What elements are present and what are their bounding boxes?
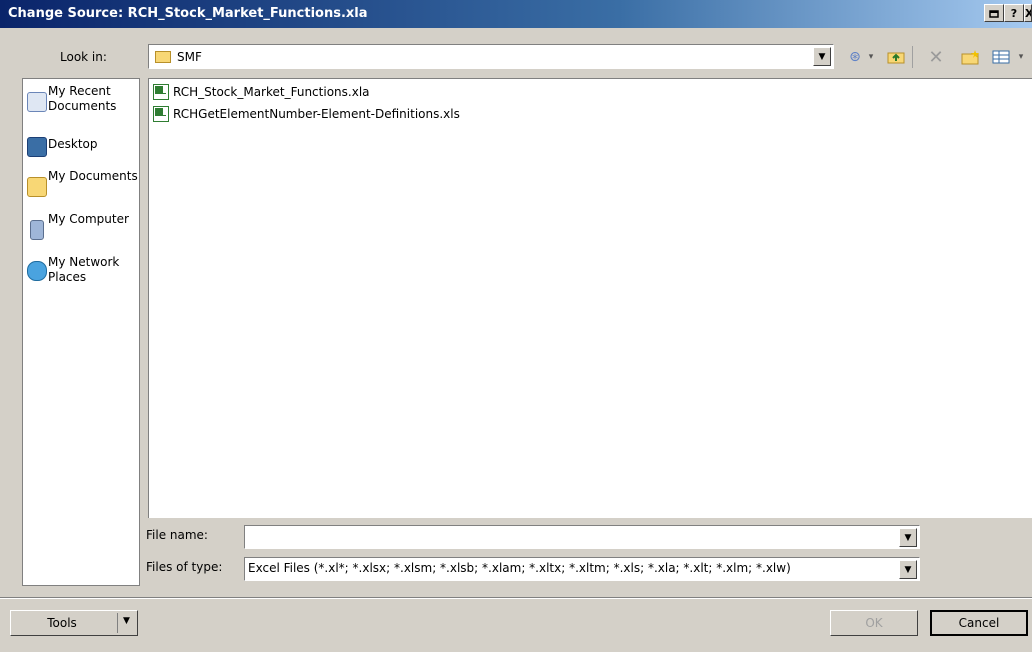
close-label: X (1025, 7, 1031, 20)
chevron-down-icon[interactable]: ▼ (813, 47, 831, 66)
places-bar: My Recent Documents Desktop My Documents… (22, 78, 140, 586)
close-button[interactable]: X (1024, 4, 1032, 22)
file-item[interactable]: RCH_Stock_Market_Functions.xla (153, 83, 370, 101)
lookin-dropdown[interactable]: SMF ▼ (148, 44, 834, 69)
place-label: My Network Places (48, 255, 120, 284)
cancel-button[interactable]: Cancel (930, 610, 1028, 636)
footer-divider (0, 597, 1032, 599)
excel-addin-icon (153, 84, 169, 100)
file-name: RCHGetElementNumber-Element-Definitions.… (173, 107, 460, 121)
chevron-down-icon[interactable]: ▼ (123, 616, 130, 626)
back-dropdown-icon[interactable]: ▾ (866, 48, 876, 66)
views-icon[interactable] (990, 48, 1012, 66)
desktop-icon (27, 137, 47, 157)
window-title: Change Source: RCH_Stock_Market_Function… (8, 6, 368, 21)
file-list[interactable]: RCH_Stock_Market_Functions.xla RCHGetEle… (148, 78, 1032, 518)
up-folder-icon[interactable] (886, 48, 906, 66)
back-icon[interactable]: ⊛ (846, 48, 864, 66)
lookin-label: Look in: (60, 50, 107, 64)
recent-documents-icon (27, 92, 47, 112)
tools-divider (117, 613, 118, 633)
chevron-down-icon[interactable]: ▼ (899, 560, 917, 579)
filetype-label: Files of type: (146, 560, 223, 574)
filetype-select[interactable]: Excel Files (*.xl*; *.xlsx; *.xlsm; *.xl… (244, 557, 920, 581)
filename-input[interactable] (248, 529, 894, 543)
excel-file-icon (153, 106, 169, 122)
place-my-documents[interactable]: My Documents (27, 169, 139, 203)
title-bar[interactable]: Change Source: RCH_Stock_Market_Function… (0, 0, 1032, 28)
place-label: My Computer (48, 212, 129, 226)
my-documents-icon (27, 177, 47, 197)
tools-label: Tools (47, 616, 77, 630)
place-my-computer[interactable]: My Computer (27, 212, 139, 246)
folder-icon (155, 51, 171, 63)
new-folder-icon[interactable] (960, 48, 982, 66)
chevron-down-icon[interactable]: ▼ (899, 528, 917, 547)
restore-icon[interactable] (984, 4, 1004, 22)
filetype-value: Excel Files (*.xl*; *.xlsx; *.xlsm; *.xl… (248, 561, 791, 575)
lookin-value: SMF (177, 50, 202, 64)
views-dropdown-icon[interactable]: ▾ (1014, 48, 1028, 66)
place-label: My Recent Documents (48, 84, 117, 113)
place-desktop[interactable]: Desktop (27, 135, 139, 157)
my-computer-icon (30, 220, 44, 240)
filename-label: File name: (146, 528, 208, 542)
place-label: Desktop (48, 137, 98, 151)
filename-field[interactable]: ▼ (244, 525, 920, 549)
delete-icon[interactable]: ✕ (926, 47, 946, 68)
place-my-recent-documents[interactable]: My Recent Documents (27, 84, 139, 118)
place-my-network-places[interactable]: My Network Places (27, 255, 139, 289)
toolbar-divider (912, 46, 913, 68)
tools-button[interactable]: Tools ▼ (10, 610, 138, 636)
network-places-icon (27, 261, 47, 281)
file-name: RCH_Stock_Market_Functions.xla (173, 85, 370, 99)
ok-button[interactable]: OK (830, 610, 918, 636)
file-item[interactable]: RCHGetElementNumber-Element-Definitions.… (153, 105, 460, 123)
help-button[interactable]: ? (1004, 4, 1024, 22)
place-label: My Documents (48, 169, 138, 183)
